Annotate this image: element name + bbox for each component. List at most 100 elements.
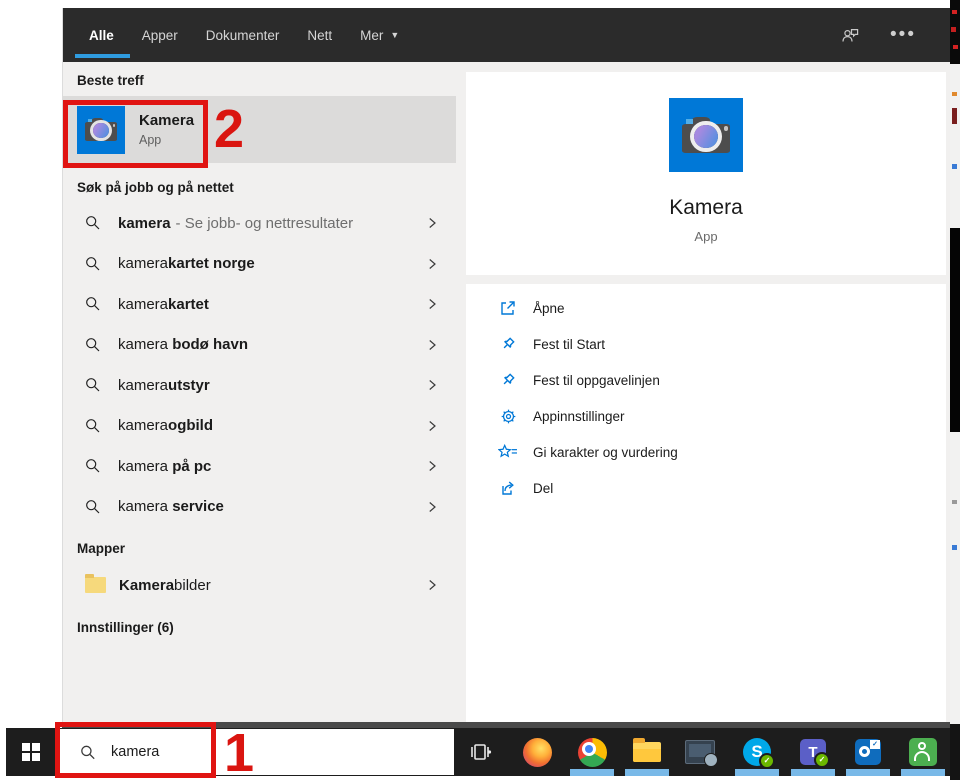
suggestion-text: kamera- Se jobb- og nettresultater [118,215,353,232]
pin-icon [498,371,518,389]
screen-edge-bleed [950,0,960,780]
tab-apper[interactable]: Apper [142,8,178,62]
share-icon [498,479,518,497]
suggestion-text: kameraogbild [118,417,218,434]
preview-app-subtitle: App [466,229,946,244]
status-check-icon: ✓ [814,752,830,768]
running-indicator [625,769,669,776]
action-label: Åpne [533,301,565,316]
action-gi-karakter-og-vurdering[interactable]: Gi karakter og vurdering [498,434,946,470]
chevron-right-icon [426,257,438,271]
search-icon [85,337,101,353]
folder-result-list: Kamerabilder [63,564,456,606]
tab-dokumenter[interactable]: Dokumenter [206,8,280,62]
tab-mer[interactable]: Mer ▼ [360,8,399,62]
action-fest-til-start[interactable]: Fest til Start [498,326,946,362]
search-filter-bar: Alle Apper Dokumenter Nett Mer ▼ ••• [63,8,950,62]
chevron-right-icon [426,578,438,592]
web-suggestion-kamera-service[interactable]: kamera service [63,487,456,528]
chevron-right-icon [426,419,438,433]
tab-bar: Alle Apper Dokumenter Nett Mer ▼ [63,8,427,62]
action-label: Fest til oppgavelinjen [533,373,660,388]
action-appinnstillinger[interactable]: Appinnstillinger [498,398,946,434]
remote-desktop-taskbar-icon[interactable] [677,728,723,776]
chevron-right-icon [426,500,438,514]
action-label: Gi karakter og vurdering [533,445,678,460]
folder-result-kamerabilder[interactable]: Kamerabilder [63,564,456,606]
search-icon [85,458,101,474]
folder-icon [85,577,106,593]
annotation-label-step2: 2 [214,102,244,156]
web-suggestion-kamera[interactable]: kamera- Se jobb- og nettresultater [63,203,456,244]
web-suggestion-kamera-bod-havn[interactable]: kamera bodø havn [63,325,456,366]
tab-label: Dokumenter [206,28,280,43]
teams-taskbar-icon[interactable]: T✓ [790,728,836,776]
search-icon [85,418,101,434]
firefox-taskbar-icon[interactable] [514,728,560,776]
header-icons: ••• [840,8,916,62]
tab-label: Alle [89,28,114,43]
skype-taskbar-icon[interactable]: S✓ [734,728,780,776]
folder-name: Kamerabilder [119,577,211,594]
app-preview-card: Kamera App [466,72,946,275]
suggestion-text: kamera bodø havn [118,336,253,353]
web-suggestion-kameraogbild[interactable]: kameraogbild [63,406,456,447]
running-indicator [846,769,890,776]
tab-alle[interactable]: Alle [89,8,114,62]
start-button[interactable] [6,728,56,776]
status-check-icon: ✓ [759,753,775,769]
web-suggestion-kamerakartet[interactable]: kamerakartet [63,284,456,325]
running-indicator [570,769,614,776]
file-explorer-taskbar-icon[interactable] [624,728,670,776]
annotation-box-step1 [55,722,216,778]
chevron-right-icon [426,297,438,311]
contacts-taskbar-icon[interactable] [900,728,946,776]
chrome-taskbar-icon[interactable] [569,728,615,776]
suggestion-text: kamerautstyr [118,377,215,394]
suggestion-text: kamera på pc [118,458,216,475]
preview-column: Kamera App Åpne Fest til Start Fest til op… [456,62,950,722]
desktop-screenshot: Alle Apper Dokumenter Nett Mer ▼ ••• Beste tr… [0,0,960,780]
chevron-right-icon [426,378,438,392]
open-icon [498,299,518,317]
action--pne[interactable]: Åpne [498,290,946,326]
search-icon [85,377,101,393]
action-del[interactable]: Del [498,470,946,506]
tab-label: Apper [142,28,178,43]
action-label: Fest til Start [533,337,605,352]
pin-icon [498,335,518,353]
annotation-box-step2 [63,100,208,168]
tab-label: Nett [307,28,332,43]
web-suggestion-kamerautstyr[interactable]: kamerautstyr [63,365,456,406]
chevron-down-icon: ▼ [390,30,399,40]
web-suggestion-list: kamera- Se jobb- og nettresultater kamera… [63,203,456,527]
chevron-right-icon [426,338,438,352]
web-suggestion-kamera-p-pc[interactable]: kamera på pc [63,446,456,487]
more-options-icon[interactable]: ••• [890,30,916,40]
section-header-folders: Mapper [63,527,456,564]
suggestion-text: kamerakartet norge [118,255,260,272]
action-label: Appinnstillinger [533,409,625,424]
suggestion-text: kamerakartet [118,296,214,313]
rate-icon [498,444,518,461]
tab-label: Mer [360,28,383,43]
tab-nett[interactable]: Nett [307,8,332,62]
search-icon [85,296,101,312]
chevron-right-icon [426,216,438,230]
search-icon [85,215,101,231]
outlook-taskbar-icon[interactable]: ✓ [845,728,891,776]
task-view-taskbar-icon[interactable] [457,728,503,776]
chevron-right-icon [426,459,438,473]
suggestion-text: kamera service [118,498,229,515]
search-icon [85,499,101,515]
action-fest-til-oppgavelinjen[interactable]: Fest til oppgavelinjen [498,362,946,398]
preview-divider [466,275,946,284]
feedback-icon[interactable] [840,26,860,44]
running-indicator [901,769,945,776]
section-header-best-match: Beste treff [63,62,456,96]
action-label: Del [533,481,553,496]
camera-app-icon-large [669,98,743,172]
web-suggestion-kamerakartet-norge[interactable]: kamerakartet norge [63,244,456,285]
windows-logo-icon [22,743,40,761]
annotation-label-step1: 1 [224,726,254,780]
